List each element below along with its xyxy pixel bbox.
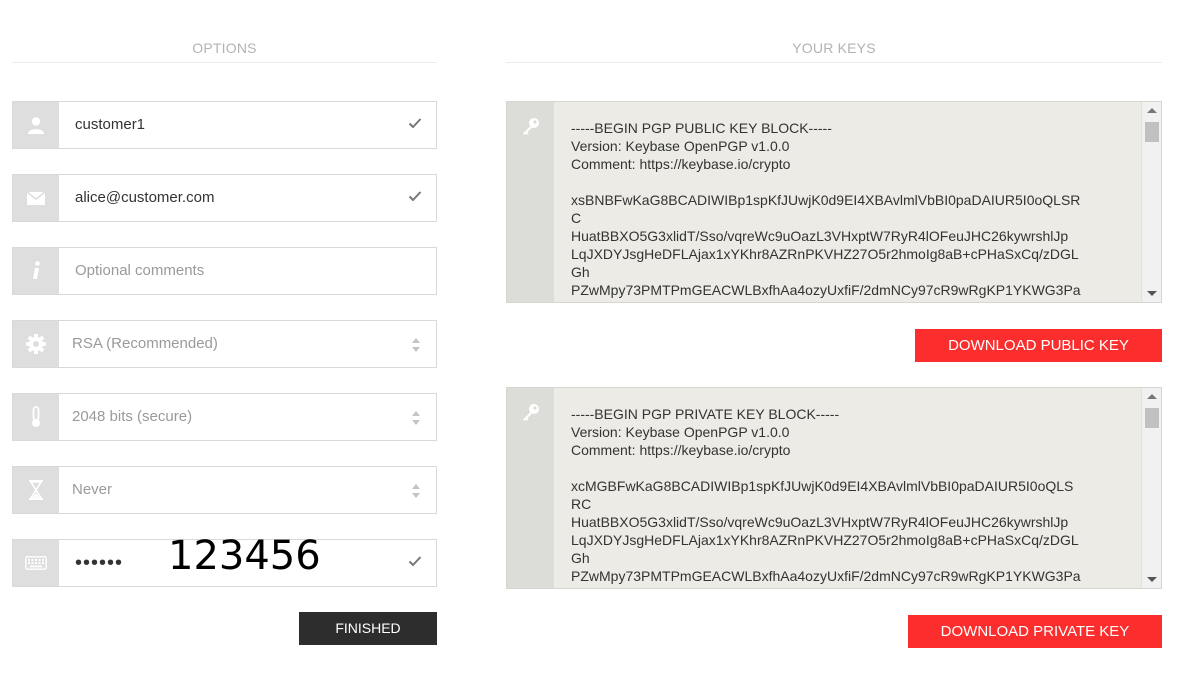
expiration-selected[interactable]: Never — [72, 467, 112, 513]
passphrase-value[interactable]: •••••• — [75, 540, 123, 586]
comments-placeholder[interactable]: Optional comments — [75, 248, 204, 294]
scroll-thumb[interactable] — [1145, 122, 1159, 142]
private-key-textarea[interactable]: -----BEGIN PGP PRIVATE KEY BLOCK----- Ve… — [506, 387, 1162, 589]
scroll-down-icon[interactable] — [1147, 577, 1157, 582]
username-value[interactable]: customer1 — [75, 102, 145, 148]
finished-button[interactable]: FINISHED — [299, 612, 437, 645]
email-field[interactable]: alice@customer.com — [12, 174, 437, 222]
mail-icon — [13, 175, 59, 221]
info-icon — [13, 248, 59, 294]
key-icon — [507, 388, 554, 588]
username-field[interactable]: customer1 — [12, 101, 437, 149]
key-size-select[interactable]: 2048 bits (secure) — [12, 393, 437, 441]
key-size-selected[interactable]: 2048 bits (secure) — [72, 394, 192, 440]
hourglass-icon — [13, 467, 59, 513]
scroll-up-icon[interactable] — [1147, 394, 1157, 399]
key-icon — [507, 102, 554, 302]
check-icon — [408, 118, 422, 129]
options-divider — [12, 62, 437, 63]
algorithm-selected[interactable]: RSA (Recommended) — [72, 321, 218, 367]
public-key-textarea[interactable]: -----BEGIN PGP PUBLIC KEY BLOCK----- Ver… — [506, 101, 1162, 303]
public-key-scrollbar[interactable] — [1141, 102, 1161, 302]
private-key-text[interactable]: -----BEGIN PGP PRIVATE KEY BLOCK----- Ve… — [571, 405, 1141, 588]
keys-title: YOUR KEYS — [792, 40, 876, 56]
download-private-key-button[interactable]: DOWNLOAD PRIVATE KEY — [908, 615, 1162, 648]
check-icon — [408, 556, 422, 567]
expiration-select[interactable]: Never — [12, 466, 437, 514]
options-title: OPTIONS — [192, 40, 257, 56]
scroll-thumb[interactable] — [1145, 408, 1159, 428]
thermometer-icon — [13, 394, 59, 440]
email-value[interactable]: alice@customer.com — [75, 175, 214, 221]
check-icon — [408, 191, 422, 202]
keys-divider — [506, 62, 1162, 63]
private-key-scrollbar[interactable] — [1141, 388, 1161, 588]
algorithm-select[interactable]: RSA (Recommended) — [12, 320, 437, 368]
download-public-key-button[interactable]: DOWNLOAD PUBLIC KEY — [915, 329, 1162, 362]
user-icon — [13, 102, 59, 148]
select-arrows-icon — [412, 338, 420, 352]
keyboard-icon — [13, 540, 59, 586]
passphrase-annotation: 123456 — [168, 533, 321, 579]
public-key-text[interactable]: -----BEGIN PGP PUBLIC KEY BLOCK----- Ver… — [571, 119, 1141, 302]
scroll-up-icon[interactable] — [1147, 108, 1157, 113]
select-arrows-icon — [412, 411, 420, 425]
gear-icon — [13, 321, 59, 367]
scroll-down-icon[interactable] — [1147, 291, 1157, 296]
comments-field[interactable]: Optional comments — [12, 247, 437, 295]
select-arrows-icon — [412, 484, 420, 498]
